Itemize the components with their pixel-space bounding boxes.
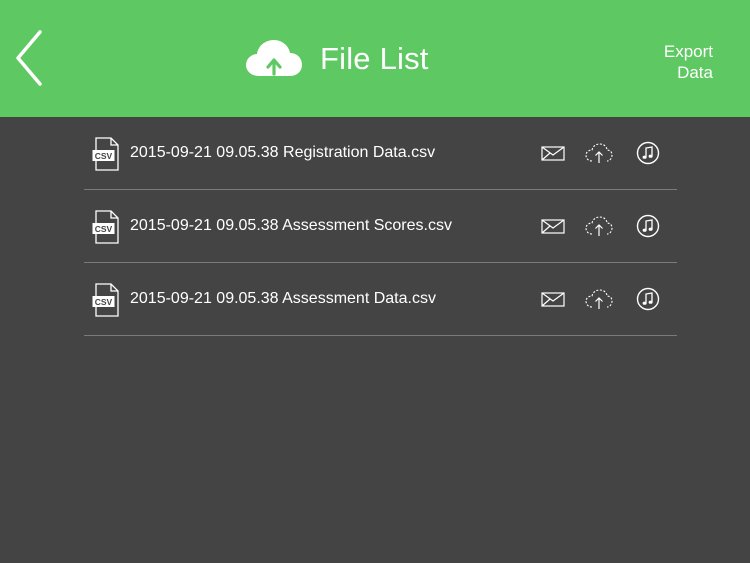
back-button[interactable] [10,28,50,88]
top-bar: File List Export Data [0,0,750,117]
file-row[interactable]: CSV 2015-09-21 09.05.38 Registration Dat… [84,117,677,190]
title-group: File List [245,36,429,82]
csv-badge-text: CSV [95,297,113,307]
export-label-line1: Export [663,42,713,61]
csv-badge-text: CSV [95,224,113,234]
file-name: 2015-09-21 09.05.38 Assessment Scores.cs… [130,217,452,234]
csv-badge-text: CSV [95,151,113,161]
itunes-music-icon[interactable] [634,214,662,238]
mail-icon[interactable] [539,141,567,165]
mail-icon[interactable] [539,214,567,238]
csv-file-icon: CSV [92,283,119,317]
chevron-left-icon [16,30,42,86]
cloud-upload-icon [246,40,302,76]
mail-icon[interactable] [539,287,567,311]
file-name: 2015-09-21 09.05.38 Registration Data.cs… [130,144,436,161]
csv-file-icon: CSV [92,210,119,244]
file-list: CSV 2015-09-21 09.05.38 Registration Dat… [84,117,677,336]
cloud-upload-icon[interactable] [585,141,613,165]
itunes-music-icon[interactable] [634,287,662,311]
export-label-line2: Data [677,63,713,82]
cloud-upload-icon[interactable] [585,214,613,238]
export-data-button[interactable]: Export Data [643,41,713,83]
page-title: File List [320,41,429,76]
csv-file-icon: CSV [92,137,119,171]
itunes-music-icon[interactable] [634,141,662,165]
file-row[interactable]: CSV 2015-09-21 09.05.38 Assessment Data.… [84,263,677,336]
cloud-upload-icon[interactable] [585,287,613,311]
file-name: 2015-09-21 09.05.38 Assessment Data.csv [130,290,436,307]
file-row[interactable]: CSV 2015-09-21 09.05.38 Assessment Score… [84,190,677,263]
